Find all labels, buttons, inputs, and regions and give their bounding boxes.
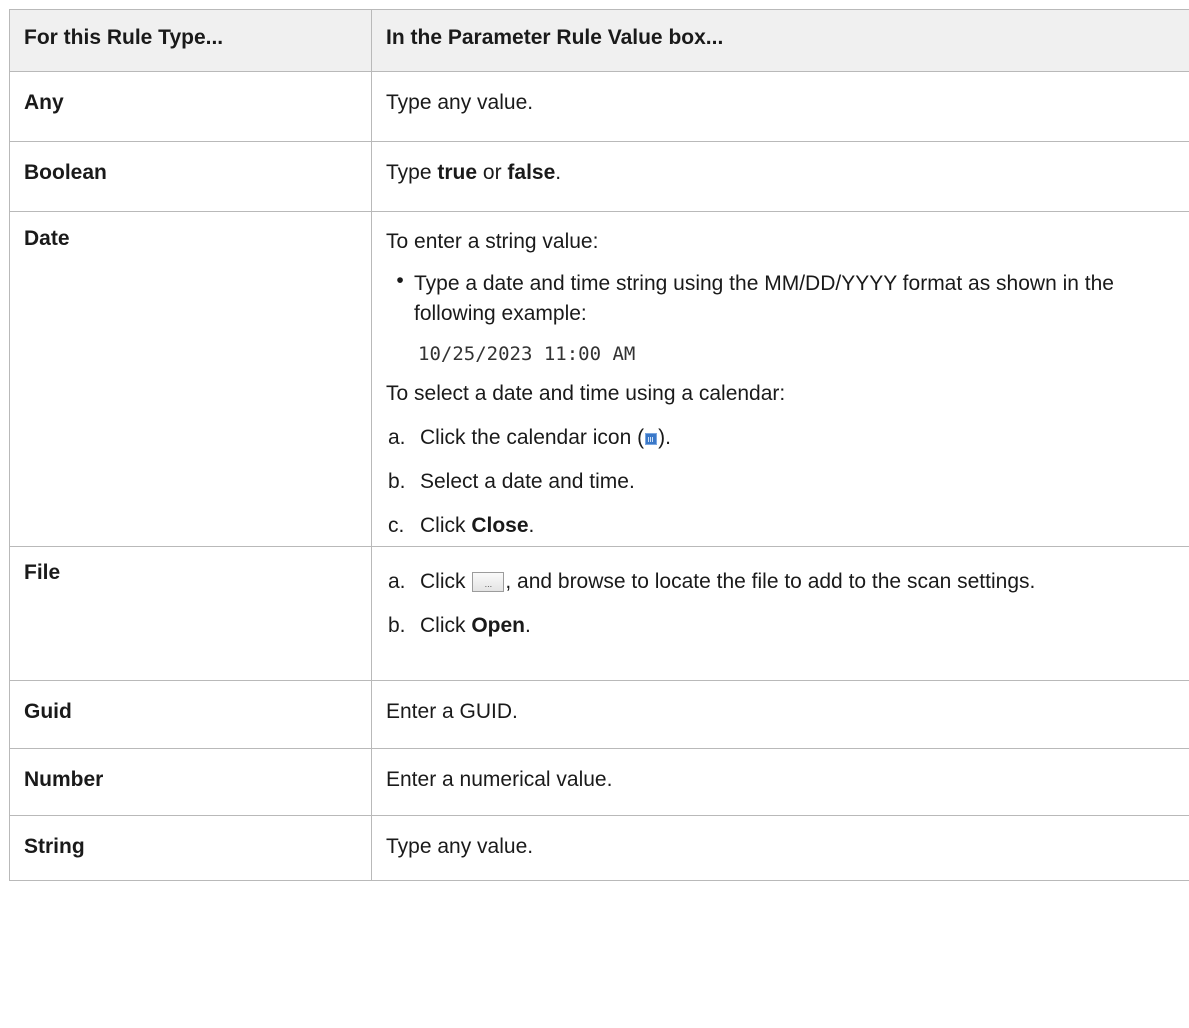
text: Click [420,570,472,593]
value-any: Type any value. [371,71,1189,142]
value-file: a. Click ... , and browse to locate the f… [371,546,1189,681]
table-row: String Type any value. [9,815,1189,881]
table-row: File a. Click ... , and browse to locate … [9,546,1189,681]
step-text: Click Close. [420,511,534,541]
table-header-row: For this Rule Type... In the Parameter R… [9,9,1189,72]
text: ). [658,426,671,449]
table-row: Guid Enter a GUID. [9,680,1189,749]
list-item: • Type a date and time string using the … [386,269,1175,329]
step-text: Click ... , and browse to locate the file… [420,567,1035,597]
list-item: a. Click the calendar icon (). [386,423,1175,453]
table-row: Number Enter a numerical value. [9,748,1189,816]
date-example: 10/25/2023 11:00 AM [418,343,636,365]
rule-type-file: File [9,546,372,681]
rule-type-string: String [9,815,372,881]
rule-type-any: Any [9,71,372,142]
text: . [528,514,535,537]
text: Click [420,614,472,637]
text: . [525,614,531,637]
value-number: Enter a numerical value. [371,748,1189,816]
step-text: Click the calendar icon (). [420,423,671,453]
rule-type-boolean: Boolean [9,141,372,212]
header-rule-type: For this Rule Type... [9,9,372,72]
date-intro-string: To enter a string value: [386,230,599,253]
step-label: c. [388,514,405,537]
list-item: b. Click Open. [386,611,1175,641]
value-string: Type any value. [371,815,1189,881]
browse-glyph: ... [484,579,493,589]
step-label: a. [388,570,406,593]
step-label: b. [388,614,406,637]
value-date: To enter a string value: • Type a date a… [371,211,1189,547]
date-bullet-text: Type a date and time string using the MM… [414,272,1114,325]
table-row: Any Type any value. [9,71,1189,142]
value-false: false [507,161,556,184]
text: Click the calendar icon ( [420,426,645,449]
table-row: Date To enter a string value: • Type a d… [9,211,1189,547]
step-text: Select a date and time. [420,470,635,493]
value-true: true [437,161,478,184]
rule-type-guid: Guid [9,680,372,749]
step-label: a. [388,426,406,449]
value-guid: Enter a GUID. [371,680,1189,749]
list-item: a. Click ... , and browse to locate the f… [386,567,1175,597]
browse-button-icon: ... [472,572,505,592]
step-label: b. [388,470,406,493]
rule-type-number: Number [9,748,372,816]
bullet-icon: • [396,269,404,292]
step-text: Click Open. [420,611,531,641]
list-item: c. Click Close. [386,511,1175,541]
rule-type-table: For this Rule Type... In the Parameter R… [9,9,1189,881]
close-label: Close [471,514,529,537]
text: Type [386,161,438,184]
value-boolean: Type true or false. [371,141,1189,212]
text: or [477,161,508,184]
date-intro-calendar: To select a date and time using a calend… [386,382,786,405]
text: . [555,161,562,184]
header-parameter-rule-value: In the Parameter Rule Value box... [371,9,1189,72]
text: Click [420,514,472,537]
open-label: Open [471,614,526,637]
calendar-icon [645,433,658,445]
text: , and browse to locate the file to add t… [505,570,1036,593]
list-item: b. Select a date and time. [386,467,1175,497]
table-row: Boolean Type true or false. [9,141,1189,212]
rule-type-date: Date [9,211,372,547]
